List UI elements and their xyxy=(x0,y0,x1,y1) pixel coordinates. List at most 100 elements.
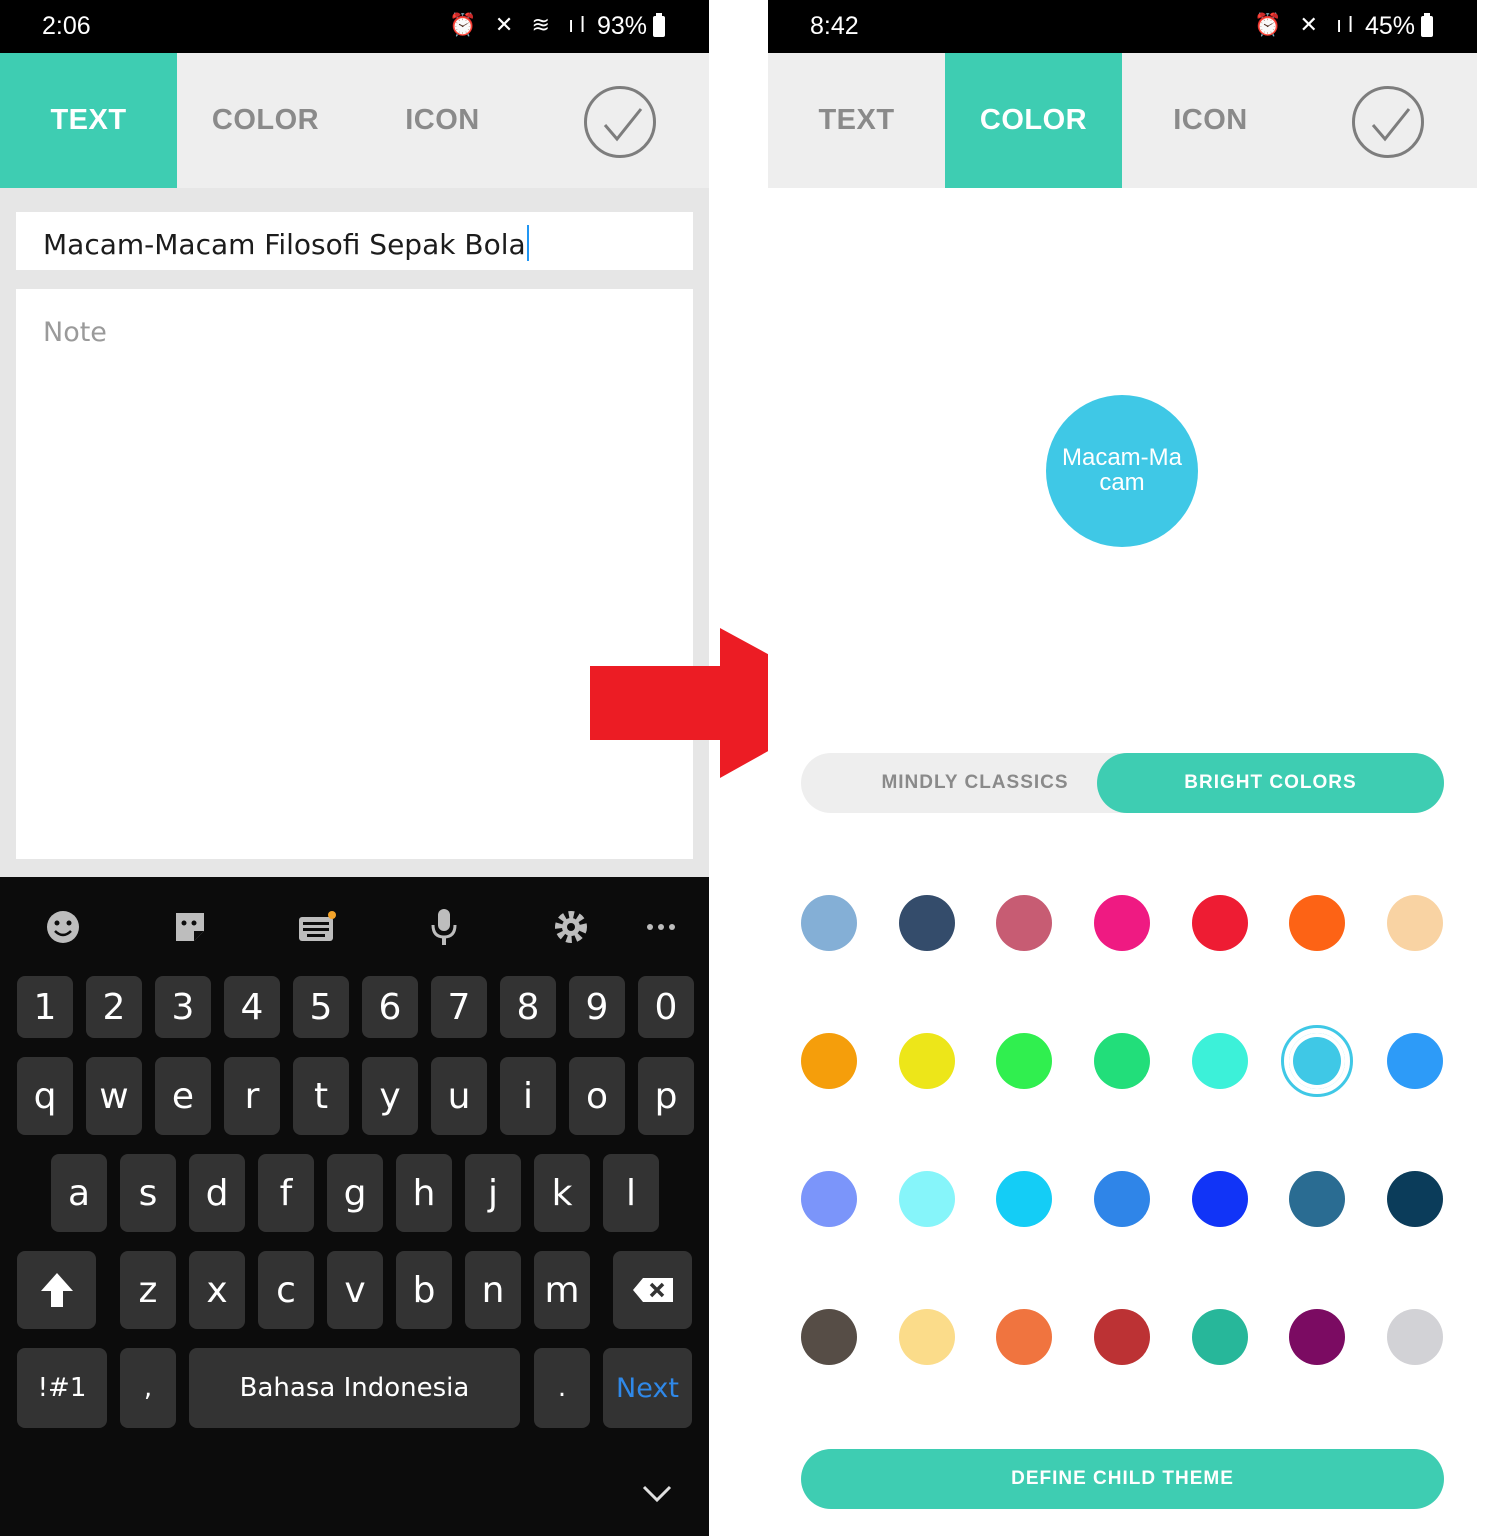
key-0[interactable]: 0 xyxy=(638,976,694,1038)
backspace-key[interactable] xyxy=(613,1251,692,1329)
key-a[interactable]: a xyxy=(51,1154,107,1232)
key-d[interactable]: d xyxy=(189,1154,245,1232)
color-swatch[interactable] xyxy=(801,1033,857,1089)
color-swatch[interactable] xyxy=(1387,1171,1443,1227)
key-8[interactable]: 8 xyxy=(500,976,556,1038)
color-swatch[interactable] xyxy=(1387,1033,1443,1089)
gear-icon[interactable] xyxy=(546,902,596,952)
key-v[interactable]: v xyxy=(327,1251,383,1329)
tab-icon[interactable]: ICON xyxy=(1122,53,1299,188)
key-h[interactable]: h xyxy=(396,1154,452,1232)
color-swatch[interactable] xyxy=(996,1171,1052,1227)
color-swatch[interactable] xyxy=(1281,1025,1353,1097)
key-t[interactable]: t xyxy=(293,1057,349,1135)
battery-percent: 45% xyxy=(1364,12,1415,40)
confirm-button[interactable] xyxy=(584,86,656,158)
text-caret xyxy=(526,225,529,261)
key-r[interactable]: r xyxy=(224,1057,280,1135)
shift-arrow-icon xyxy=(40,1273,73,1307)
color-swatch[interactable] xyxy=(1192,895,1248,951)
color-swatch[interactable] xyxy=(1192,1033,1248,1089)
key-4[interactable]: 4 xyxy=(224,976,280,1038)
status-icons: ⏰ ✕ ıl xyxy=(1253,12,1359,37)
bubble-text-line2: cam xyxy=(1099,469,1145,496)
key-j[interactable]: j xyxy=(465,1154,521,1232)
color-swatch[interactable] xyxy=(1094,1309,1150,1365)
title-input-value: Macam-Macam Filosofi Sepak Bola xyxy=(43,228,526,261)
color-swatch[interactable] xyxy=(899,1033,955,1089)
space-bar[interactable]: Bahasa Indonesia xyxy=(189,1348,520,1428)
status-bar: 2:06 ⏰ ✕ ≋ ıl 93% xyxy=(0,0,709,53)
shift-key[interactable] xyxy=(17,1251,96,1329)
tab-text[interactable]: TEXT xyxy=(768,53,945,188)
key-x[interactable]: x xyxy=(189,1251,245,1329)
color-swatch[interactable] xyxy=(1192,1171,1248,1227)
confirm-button[interactable] xyxy=(1352,86,1424,158)
color-swatch[interactable] xyxy=(1094,1171,1150,1227)
microphone-icon[interactable] xyxy=(419,902,469,952)
color-swatch[interactable] xyxy=(801,1309,857,1365)
color-swatch[interactable] xyxy=(899,895,955,951)
define-child-theme-button[interactable]: DEFINE CHILD THEME xyxy=(801,1449,1444,1509)
key-e[interactable]: e xyxy=(155,1057,211,1135)
key-5[interactable]: 5 xyxy=(293,976,349,1038)
tab-icon[interactable]: ICON xyxy=(354,53,531,188)
symbols-key[interactable]: !#1 xyxy=(17,1348,107,1428)
key-l[interactable]: l xyxy=(603,1154,659,1232)
key-p[interactable]: p xyxy=(638,1057,694,1135)
color-swatch[interactable] xyxy=(1094,1033,1150,1089)
note-placeholder: Note xyxy=(43,317,107,348)
color-swatch[interactable] xyxy=(899,1309,955,1365)
color-swatch[interactable] xyxy=(1289,1171,1345,1227)
next-key[interactable]: Next xyxy=(603,1348,692,1428)
key-w[interactable]: w xyxy=(86,1057,142,1135)
title-input[interactable]: Macam-Macam Filosofi Sepak Bola xyxy=(16,212,693,270)
key-s[interactable]: s xyxy=(120,1154,176,1232)
period-key[interactable]: . xyxy=(534,1348,590,1428)
key-n[interactable]: n xyxy=(465,1251,521,1329)
key-i[interactable]: i xyxy=(500,1057,556,1135)
color-swatch[interactable] xyxy=(996,895,1052,951)
key-b[interactable]: b xyxy=(396,1251,452,1329)
key-2[interactable]: 2 xyxy=(86,976,142,1038)
tab-text[interactable]: TEXT xyxy=(0,53,177,188)
key-y[interactable]: y xyxy=(362,1057,418,1135)
comma-key[interactable]: , xyxy=(120,1348,176,1428)
onscreen-keyboard: 1 2 3 4 5 6 7 8 9 0 q w e r t y u i o p a s d f g h j k l z x c v b n m !#1,… xyxy=(0,877,709,1536)
battery-icon xyxy=(1421,13,1433,37)
key-c[interactable]: c xyxy=(258,1251,314,1329)
bright-colors-option[interactable]: BRIGHT COLORS xyxy=(1097,753,1444,813)
key-g[interactable]: g xyxy=(327,1154,383,1232)
key-q[interactable]: q xyxy=(17,1057,73,1135)
key-9[interactable]: 9 xyxy=(569,976,625,1038)
chevron-down-icon[interactable] xyxy=(640,1479,674,1507)
key-6[interactable]: 6 xyxy=(362,976,418,1038)
key-u[interactable]: u xyxy=(431,1057,487,1135)
key-1[interactable]: 1 xyxy=(17,976,73,1038)
key-m[interactable]: m xyxy=(534,1251,590,1329)
color-swatch[interactable] xyxy=(801,895,857,951)
color-swatch[interactable] xyxy=(899,1171,955,1227)
key-o[interactable]: o xyxy=(569,1057,625,1135)
color-swatch[interactable] xyxy=(1192,1309,1248,1365)
tab-color[interactable]: COLOR xyxy=(945,53,1122,188)
emoji-icon[interactable] xyxy=(38,902,88,952)
sticker-icon[interactable] xyxy=(165,902,215,952)
color-swatch[interactable] xyxy=(996,1033,1052,1089)
tab-color[interactable]: COLOR xyxy=(177,53,354,188)
color-swatch[interactable] xyxy=(1387,1309,1443,1365)
editor-tab-bar: TEXT COLOR ICON xyxy=(768,53,1477,188)
color-swatch[interactable] xyxy=(1094,895,1150,951)
color-swatch[interactable] xyxy=(1387,895,1443,951)
color-swatch[interactable] xyxy=(1289,1309,1345,1365)
more-options-icon[interactable] xyxy=(636,902,686,952)
key-f[interactable]: f xyxy=(258,1154,314,1232)
color-swatch[interactable] xyxy=(996,1309,1052,1365)
key-3[interactable]: 3 xyxy=(155,976,211,1038)
color-swatch[interactable] xyxy=(801,1171,857,1227)
key-7[interactable]: 7 xyxy=(431,976,487,1038)
keyboard-settings-icon[interactable] xyxy=(292,902,342,952)
key-z[interactable]: z xyxy=(120,1251,176,1329)
key-k[interactable]: k xyxy=(534,1154,590,1232)
color-swatch[interactable] xyxy=(1289,895,1345,951)
